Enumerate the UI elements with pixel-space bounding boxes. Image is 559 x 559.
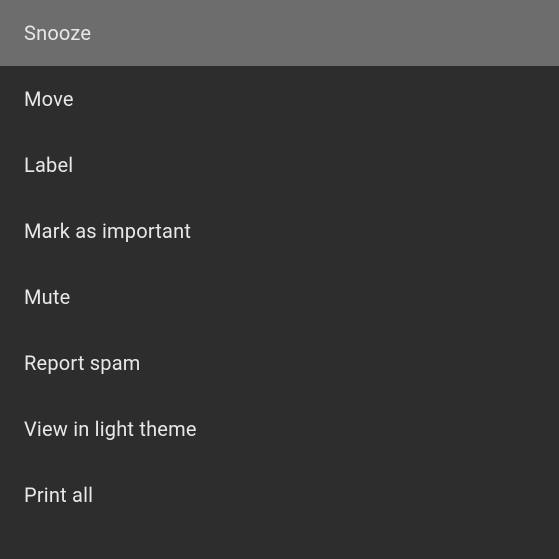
menu-item-label: View in light theme (24, 417, 197, 441)
menu-item-label-action[interactable]: Label (0, 132, 559, 198)
menu-item-mark-important[interactable]: Mark as important (0, 198, 559, 264)
menu-item-label: Mute (24, 285, 70, 309)
menu-item-label: Snooze (24, 21, 91, 45)
menu-item-label: Print all (24, 483, 93, 507)
menu-item-move[interactable]: Move (0, 66, 559, 132)
menu-item-mute[interactable]: Mute (0, 264, 559, 330)
menu-item-label: Mark as important (24, 219, 191, 243)
menu-item-print-all[interactable]: Print all (0, 462, 559, 528)
menu-item-label: Label (24, 153, 73, 177)
menu-item-label: Report spam (24, 351, 141, 375)
context-menu: Snooze Move Label Mark as important Mute… (0, 0, 559, 559)
menu-item-label: Move (24, 87, 74, 111)
menu-item-report-spam[interactable]: Report spam (0, 330, 559, 396)
menu-item-light-theme[interactable]: View in light theme (0, 396, 559, 462)
menu-item-snooze[interactable]: Snooze (0, 0, 559, 66)
